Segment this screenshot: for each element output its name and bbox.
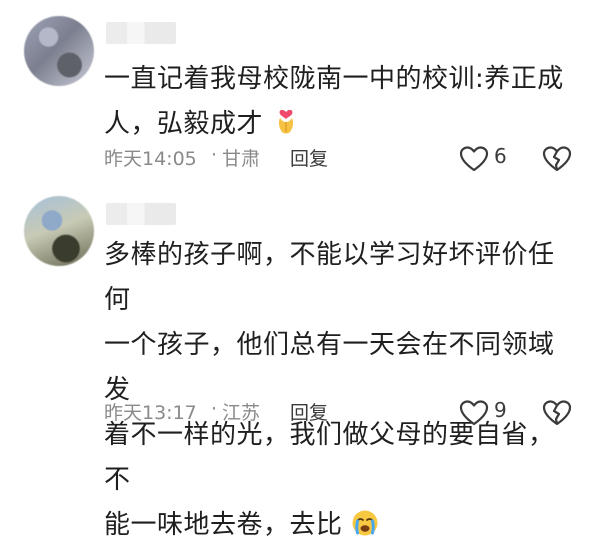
meta-separator: · [211, 398, 218, 420]
reply-button[interactable]: 回复 [290, 144, 328, 171]
comment-time: 昨天14:05 [104, 148, 197, 170]
comment-item-2: 多棒的孩子啊，不能以学习好坏评价任何 一个孩子，他们总有一天会在不同领域发 着不… [0, 195, 600, 540]
broken-heart-icon[interactable] [541, 398, 573, 428]
comment-line: 能一味地去卷，去比 [104, 510, 343, 540]
username-blurred[interactable] [106, 203, 176, 225]
meta-separator: · [211, 144, 218, 166]
comment-line-with-emoji: 能一味地去卷，去比 [104, 503, 574, 548]
comment-text: 一直记着我母校陇南一中的校训:养正成 人，弘毅成才 [104, 57, 574, 147]
reply-button[interactable]: 回复 [290, 398, 328, 425]
comment-line: 多棒的孩子啊，不能以学习好坏评价任何 [104, 240, 555, 315]
like-count: 6 [494, 144, 507, 168]
broken-heart-icon[interactable] [541, 144, 573, 174]
avatar[interactable] [24, 16, 94, 86]
heart-outline-icon[interactable] [458, 398, 490, 428]
comment-location: 江苏 [222, 402, 261, 424]
avatar[interactable] [24, 196, 94, 266]
comment-line: 着不一样的光，我们做父母的要自省，不 [104, 420, 555, 495]
comment-line: 人，弘毅成才 [104, 109, 264, 139]
comment-text: 多棒的孩子啊，不能以学习好坏评价任何 一个孩子，他们总有一天会在不同领域发 着不… [104, 233, 574, 548]
crying-face-emoji [352, 510, 378, 535]
comment-location: 甘肃 [222, 148, 261, 170]
username-blurred[interactable] [106, 22, 176, 44]
comment-time: 昨天13:17 [104, 402, 197, 424]
comment-item-1: 一直记着我母校陇南一中的校训:养正成 人，弘毅成才 昨天14:05 · 甘肃 回… [0, 0, 600, 195]
heart-outline-icon[interactable] [458, 144, 490, 174]
like-count: 9 [494, 398, 507, 422]
comment-line: 一直记着我母校陇南一中的校训:养正成 [104, 64, 564, 94]
comment-line-with-emoji: 人，弘毅成才 [104, 102, 574, 147]
heart-hands-emoji [278, 109, 293, 133]
